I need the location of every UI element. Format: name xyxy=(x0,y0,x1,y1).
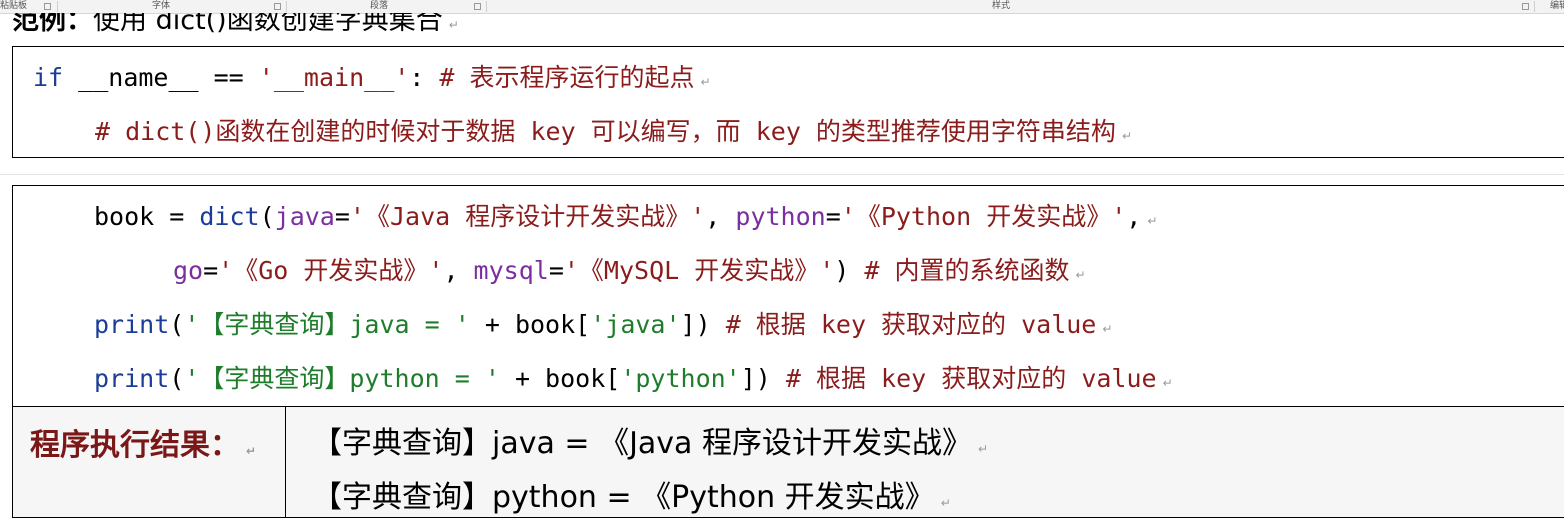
code-text: ( xyxy=(169,364,185,393)
function-name: print xyxy=(94,310,170,339)
code-line: print('【字典查询】java = ' + book['java']) # … xyxy=(94,308,1112,346)
string-literal: '《Python 开发实战》' xyxy=(840,202,1127,231)
result-label-text: 程序执行结果： xyxy=(30,428,240,463)
code-comment: # 根据 key 获取对应的 value xyxy=(725,310,1097,339)
code-comment: # 表示程序运行的起点 xyxy=(439,63,695,92)
code-text: = xyxy=(334,202,350,231)
clipboard-launcher-icon[interactable] xyxy=(44,3,51,10)
result-line: 【字典查询】python = 《Python 开发实战》 ↵ xyxy=(312,472,951,516)
string-literal: '【字典查询】python = ' xyxy=(184,364,500,393)
paragraph-mark: ↵ xyxy=(1102,322,1113,336)
paragraph-mark: ↵ xyxy=(448,18,459,32)
function-name: dict xyxy=(199,202,260,231)
result-line: 【字典查询】java = 《Java 程序设计开发实战》 ↵ xyxy=(312,418,988,462)
code-text: ]) xyxy=(740,364,786,393)
code-text: ]) xyxy=(680,310,726,339)
ribbon-separator xyxy=(486,1,487,12)
ribbon-separator xyxy=(286,1,287,12)
code-block-dict: book = dict(java='《Java 程序设计开发实战》', pyth… xyxy=(12,185,1564,407)
string-literal: 'java' xyxy=(590,310,681,339)
code-text: book = xyxy=(94,202,200,231)
page-gap-divider xyxy=(0,174,1564,175)
paragraph-mark: ↵ xyxy=(1075,268,1086,282)
keyword-if: if xyxy=(33,63,64,92)
argument-name: mysql xyxy=(473,256,549,285)
code-line: book = dict(java='《Java 程序设计开发实战》', pyth… xyxy=(94,200,1157,238)
ribbon-group-editing[interactable]: 编辑 xyxy=(1550,0,1564,13)
code-block-main: if __name__ == '__main__': # 表示程序运行的起点 ↵ … xyxy=(12,46,1564,158)
styles-launcher-icon[interactable] xyxy=(1522,3,1529,10)
ribbon-group-styles[interactable]: 样式 xyxy=(992,0,1010,13)
function-name: print xyxy=(94,364,170,393)
code-text: = xyxy=(548,256,564,285)
paragraph-mark: ↵ xyxy=(1121,129,1132,143)
code-text: = xyxy=(825,202,841,231)
ribbon-group-font[interactable]: 字体 xyxy=(152,0,170,13)
paragraph-mark: ↵ xyxy=(1147,214,1158,228)
code-text: + book[ xyxy=(499,364,621,393)
ribbon-group-clipboard[interactable]: 粘贴板 xyxy=(0,0,27,13)
code-line: go='《Go 开发实战》', mysql='《MySQL 开发实战》') # … xyxy=(173,254,1086,292)
code-comment: # 根据 key 获取对应的 value xyxy=(785,364,1157,393)
argument-name: go xyxy=(173,256,204,285)
code-text: ( xyxy=(259,202,275,231)
ribbon-separator xyxy=(57,1,58,12)
code-line: print('【字典查询】python = ' + book['python']… xyxy=(94,362,1173,400)
ribbon-group-paragraph[interactable]: 段落 xyxy=(370,0,388,13)
result-label: 程序执行结果： ↵ xyxy=(30,420,256,464)
string-literal: '__main__' xyxy=(258,63,410,92)
code-text: ( xyxy=(169,310,185,339)
code-text: : xyxy=(409,63,440,92)
font-launcher-icon[interactable] xyxy=(274,3,281,10)
ribbon-separator xyxy=(1534,1,1535,12)
ribbon-bar: 粘贴板 字体 段落 样式 编辑 xyxy=(0,0,1564,14)
paragraph-mark: ↵ xyxy=(700,75,711,89)
code-line: # dict()函数在创建的时候对于数据 key 可以编写，而 key 的类型推… xyxy=(95,115,1132,153)
code-text: ) xyxy=(834,256,865,285)
result-divider xyxy=(285,406,286,518)
code-text: + book[ xyxy=(469,310,591,339)
paragraph-mark: ↵ xyxy=(977,442,989,456)
paragraph-launcher-icon[interactable] xyxy=(474,3,481,10)
code-text: __name__ == xyxy=(63,63,259,92)
code-comment: # dict()函数在创建的时候对于数据 key 可以编写，而 key 的类型推… xyxy=(95,117,1116,146)
string-literal: '《Java 程序设计开发实战》' xyxy=(349,202,706,231)
result-line-text: 【字典查询】python = 《Python 开发实战》 xyxy=(312,480,935,515)
argument-name: python xyxy=(735,202,826,231)
string-literal: 'python' xyxy=(620,364,741,393)
string-literal: '《MySQL 开发实战》' xyxy=(563,256,835,285)
string-literal: '【字典查询】java = ' xyxy=(184,310,470,339)
code-text: , xyxy=(1126,202,1142,231)
code-line: if __name__ == '__main__': # 表示程序运行的起点 ↵ xyxy=(33,61,711,99)
code-text: = xyxy=(203,256,219,285)
code-text: , xyxy=(705,202,736,231)
paragraph-mark: ↵ xyxy=(940,496,951,510)
result-line-text: 【字典查询】java = 《Java 程序设计开发实战》 xyxy=(312,426,972,461)
argument-name: java xyxy=(274,202,335,231)
string-literal: '《Go 开发实战》' xyxy=(218,256,444,285)
code-text: , xyxy=(443,256,474,285)
paragraph-mark: ↵ xyxy=(1162,376,1173,390)
code-comment: # 内置的系统函数 xyxy=(864,256,1070,285)
paragraph-mark: ↵ xyxy=(246,444,257,458)
